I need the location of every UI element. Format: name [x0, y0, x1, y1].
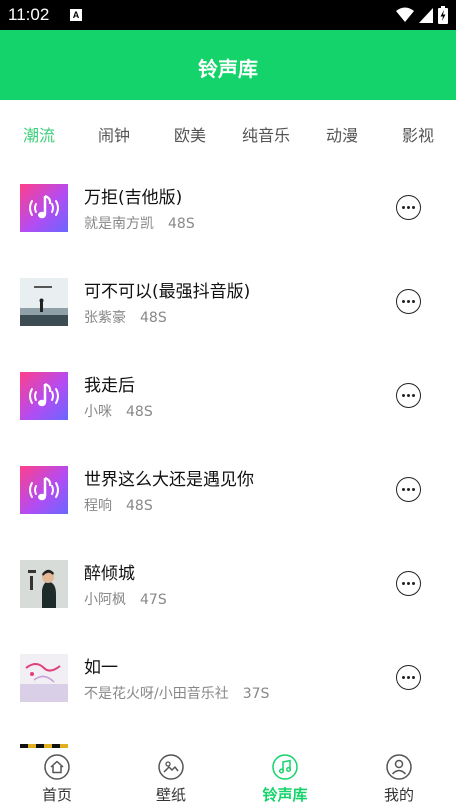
music-icon [272, 754, 298, 780]
tab-alarm[interactable]: 闹钟 [98, 122, 130, 146]
music-note-icon [20, 372, 68, 420]
song-meta: 小阿枫 47S [84, 589, 167, 609]
song-title: 可不可以(最强抖音版) [84, 282, 251, 302]
song-artist: 程响 [84, 498, 112, 514]
music-note-icon [20, 466, 68, 514]
song-meta: 张紫豪 48S [84, 307, 167, 327]
music-note-icon [20, 184, 68, 232]
song-artist: 张紫豪 [84, 310, 126, 326]
app-bar: 铃声库 [0, 30, 456, 100]
profile-icon [386, 754, 412, 780]
more-options-icon[interactable] [396, 195, 421, 220]
song-duration: 37S [242, 686, 270, 702]
nav-wallpaper[interactable]: 壁纸 [131, 754, 211, 805]
song-title: 我走后 [84, 376, 135, 396]
more-options-icon[interactable] [396, 477, 421, 502]
status-icons [396, 6, 448, 24]
song-duration: 47S [140, 592, 167, 608]
status-bar: 11:02 A [0, 0, 456, 30]
tab-trending[interactable]: 潮流 [23, 122, 55, 146]
nav-home[interactable]: 首页 [17, 754, 97, 805]
nav-label: 我的 [383, 786, 414, 804]
more-options-icon[interactable] [396, 571, 421, 596]
tab-anime[interactable]: 动漫 [326, 122, 358, 146]
category-tabs: 潮流 闹钟 欧美 纯音乐 动漫 影视 [0, 100, 456, 164]
song-artist: 小咪 [84, 404, 112, 420]
page-title: 铃声库 [198, 57, 258, 81]
song-meta: 不是花火呀/小田音乐社 37S [84, 683, 269, 703]
nav-ringtones[interactable]: 铃声库 [245, 754, 325, 805]
song-title: 世界这么大还是遇见你 [84, 470, 254, 490]
list-item[interactable]: 可不可以(最强抖音版) 张紫豪 48S [0, 254, 456, 348]
tab-instrumental[interactable]: 纯音乐 [242, 122, 290, 146]
notification-icon: A [70, 9, 82, 21]
battery-icon [438, 6, 448, 24]
song-artist: 小阿枫 [84, 592, 126, 608]
song-duration: 48S [126, 498, 153, 514]
more-options-icon[interactable] [396, 289, 421, 314]
more-options-icon[interactable] [396, 383, 421, 408]
list-item[interactable]: 醉倾城 小阿枫 47S [0, 536, 456, 630]
list-item[interactable]: 我走后 小咪 48S [0, 348, 456, 442]
album-cover [20, 560, 68, 608]
song-title: 万拒(吉他版) [84, 188, 183, 208]
album-cover [20, 654, 68, 702]
home-icon [44, 754, 70, 780]
song-meta: 小咪 48S [84, 401, 153, 421]
nav-label: 壁纸 [155, 786, 186, 804]
tab-film[interactable]: 影视 [402, 122, 434, 146]
list-item[interactable]: 世界这么大还是遇见你 程响 48S [0, 442, 456, 536]
nav-label: 铃声库 [262, 786, 308, 804]
nav-label: 首页 [41, 786, 72, 804]
status-time: 11:02 [8, 5, 50, 24]
song-artist: 不是花火呀/小田音乐社 [84, 686, 229, 702]
list-item[interactable]: 如一 不是花火呀/小田音乐社 37S [0, 630, 456, 724]
song-duration: 48S [168, 216, 195, 232]
song-meta: 程响 48S [84, 495, 153, 515]
song-title: 醉倾城 [84, 564, 135, 584]
song-meta: 就是南方凯 48S [84, 213, 195, 233]
song-artist: 就是南方凯 [84, 216, 154, 232]
bottom-nav: 首页 壁纸 铃声库 我的 [0, 748, 456, 810]
nav-profile[interactable]: 我的 [359, 754, 439, 805]
wifi-icon [396, 7, 414, 22]
tab-western[interactable]: 欧美 [174, 122, 206, 146]
more-options-icon[interactable] [396, 665, 421, 690]
signal-icon [419, 7, 433, 23]
song-duration: 48S [140, 310, 167, 326]
album-cover [20, 278, 68, 326]
list-item[interactable]: 万拒(吉他版) 就是南方凯 48S [0, 160, 456, 254]
image-icon [158, 754, 184, 780]
song-title: 如一 [84, 658, 118, 678]
song-duration: 48S [126, 404, 153, 420]
